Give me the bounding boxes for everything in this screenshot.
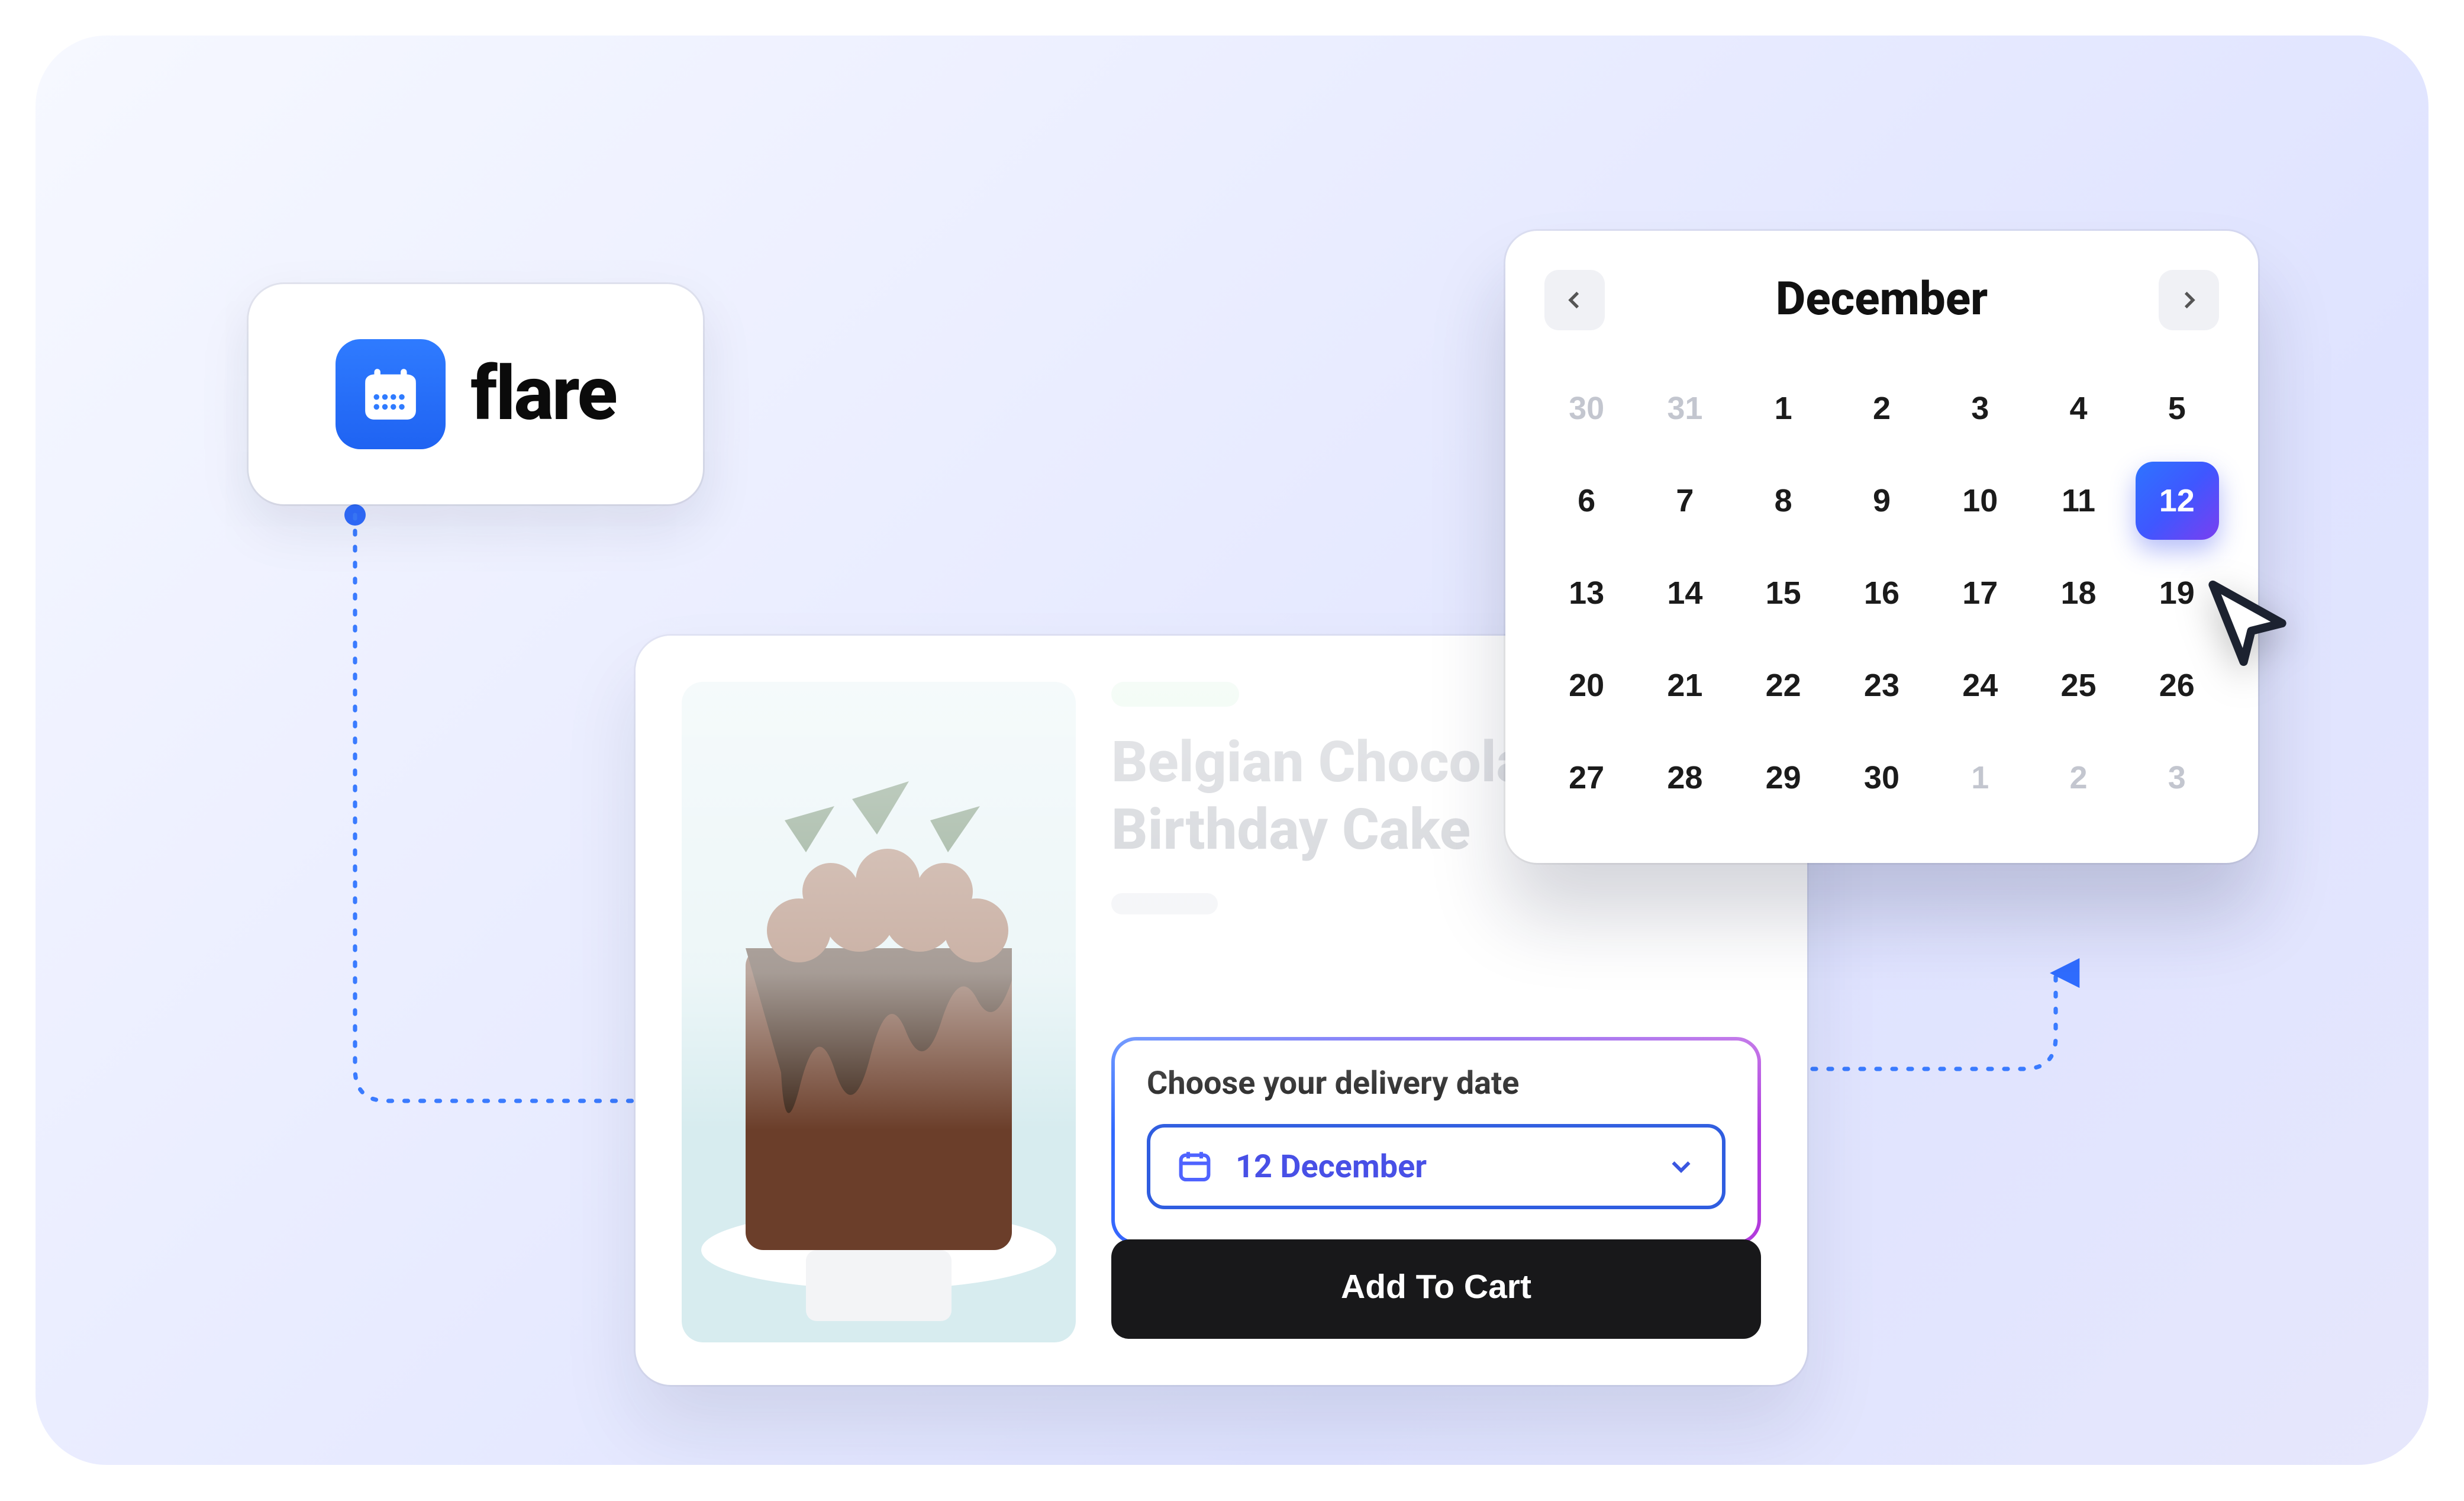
calendar-icon <box>1175 1147 1214 1186</box>
badge-placeholder <box>1111 682 1239 707</box>
delivery-date-input[interactable]: 12 December <box>1147 1124 1726 1209</box>
calendar-day[interactable]: 14 <box>1643 554 1727 632</box>
calendar-day[interactable]: 27 <box>1544 739 1628 817</box>
calendar-day[interactable]: 28 <box>1643 739 1727 817</box>
chevron-left-icon <box>1562 288 1587 313</box>
calendar-day[interactable]: 13 <box>1544 554 1628 632</box>
calendar-day[interactable]: 3 <box>1938 369 2022 447</box>
calendar-day[interactable]: 18 <box>2036 554 2120 632</box>
calendar-day[interactable]: 6 <box>1544 462 1628 540</box>
calendar-day[interactable]: 17 <box>1938 554 2022 632</box>
calendar-day: 3 <box>2135 739 2219 817</box>
calendar-day[interactable]: 10 <box>1938 462 2022 540</box>
calendar-app-icon <box>336 339 446 449</box>
calendar-day[interactable]: 2 <box>1840 369 1924 447</box>
calendar-day: 30 <box>1544 369 1628 447</box>
calendar-day[interactable]: 8 <box>1741 462 1826 540</box>
calendar-month-title: December <box>1776 273 1988 327</box>
calendar-day: 31 <box>1643 369 1727 447</box>
calendar-day[interactable]: 21 <box>1643 646 1727 724</box>
calendar-day[interactable]: 25 <box>2036 646 2120 724</box>
chevron-down-icon <box>1665 1151 1697 1183</box>
calendar-day[interactable]: 1 <box>1741 369 1826 447</box>
delivery-date-label: Choose your delivery date <box>1147 1065 1726 1103</box>
calendar-prev-button[interactable] <box>1544 270 1605 330</box>
delivery-date-value: 12 December <box>1236 1148 1644 1186</box>
add-to-cart-button[interactable]: Add To Cart <box>1111 1239 1761 1339</box>
calendar-day[interactable]: 15 <box>1741 554 1826 632</box>
chevron-right-icon <box>2176 288 2201 313</box>
calendar-day[interactable]: 30 <box>1840 739 1924 817</box>
product-image <box>682 682 1076 1342</box>
flare-wordmark: flare <box>470 351 616 438</box>
calendar-day[interactable]: 22 <box>1741 646 1826 724</box>
calendar-day[interactable]: 7 <box>1643 462 1727 540</box>
calendar-grid: 3031123456789101112131415161718192021222… <box>1544 369 2219 817</box>
calendar-day: 2 <box>2036 739 2120 817</box>
calendar-day[interactable]: 12 <box>2135 462 2219 540</box>
demo-canvas: flare <box>36 36 2428 1465</box>
calendar-popover: December 3031123456789101112131415161718… <box>1505 231 2258 863</box>
delivery-date-field-frame: Choose your delivery date 12 December <box>1111 1037 1761 1245</box>
cursor-icon <box>2201 577 2294 669</box>
calendar-day[interactable]: 5 <box>2135 369 2219 447</box>
calendar-day[interactable]: 9 <box>1840 462 1924 540</box>
calendar-day[interactable]: 23 <box>1840 646 1924 724</box>
calendar-day[interactable]: 4 <box>2036 369 2120 447</box>
calendar-day[interactable]: 20 <box>1544 646 1628 724</box>
calendar-next-button[interactable] <box>2159 270 2219 330</box>
calendar-day: 1 <box>1938 739 2022 817</box>
meta-placeholder <box>1111 893 1218 914</box>
calendar-day[interactable]: 11 <box>2036 462 2120 540</box>
calendar-day[interactable]: 24 <box>1938 646 2022 724</box>
calendar-day[interactable]: 29 <box>1741 739 1826 817</box>
flare-logo-card: flare <box>249 284 703 504</box>
calendar-day[interactable]: 16 <box>1840 554 1924 632</box>
